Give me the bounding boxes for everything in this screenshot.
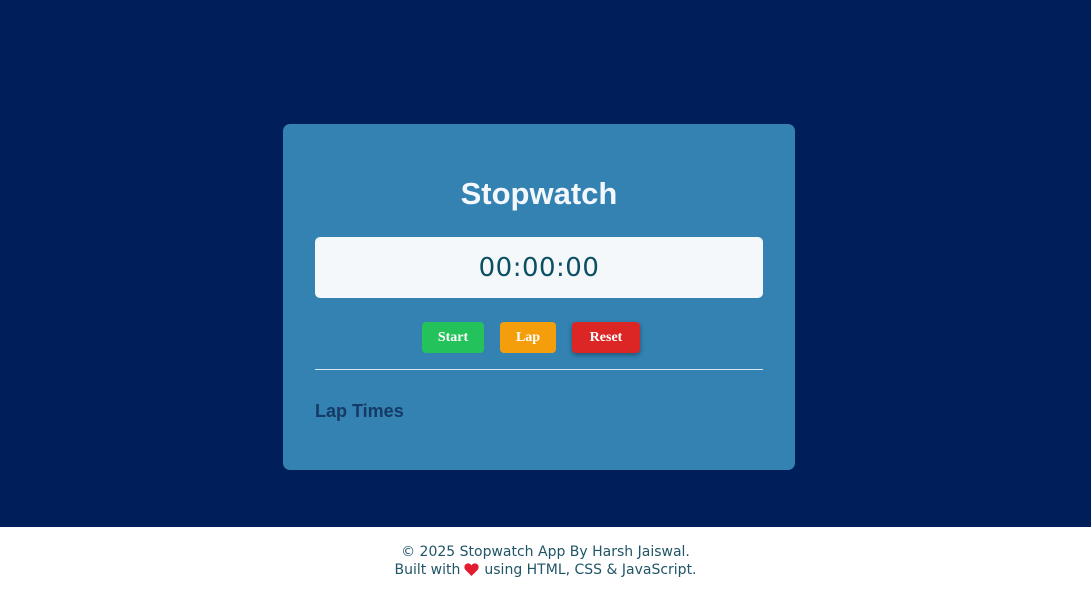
footer: © 2025 Stopwatch App By Harsh Jaiswal. B…: [0, 527, 1091, 590]
app-background: Stopwatch 00:00:00 Start Lap Reset Lap T…: [0, 0, 1091, 527]
lap-times-heading: Lap Times: [315, 401, 404, 421]
footer-tech: using HTML, CSS & JavaScript.: [484, 562, 697, 578]
footer-built-with: Built with: [394, 562, 461, 578]
footer-copyright: © 2025 Stopwatch App By Harsh Jaiswal.: [401, 544, 690, 560]
start-button[interactable]: Start: [422, 322, 484, 353]
time-display-value: 00:00:00: [478, 252, 600, 283]
divider: [315, 369, 763, 370]
page-title: Stopwatch: [460, 176, 618, 211]
time-display: 00:00:00: [315, 237, 763, 298]
footer-credits: Built with using HTML, CSS & JavaScript.: [0, 562, 1091, 580]
heart-icon: [464, 563, 479, 580]
stray-dots-text: ...: [796, 290, 809, 302]
controls-bar: Start Lap Reset: [283, 322, 795, 353]
lap-button[interactable]: Lap: [500, 322, 556, 353]
reset-button[interactable]: Reset: [572, 322, 640, 353]
stopwatch-card: Stopwatch 00:00:00 Start Lap Reset Lap T…: [283, 124, 795, 470]
